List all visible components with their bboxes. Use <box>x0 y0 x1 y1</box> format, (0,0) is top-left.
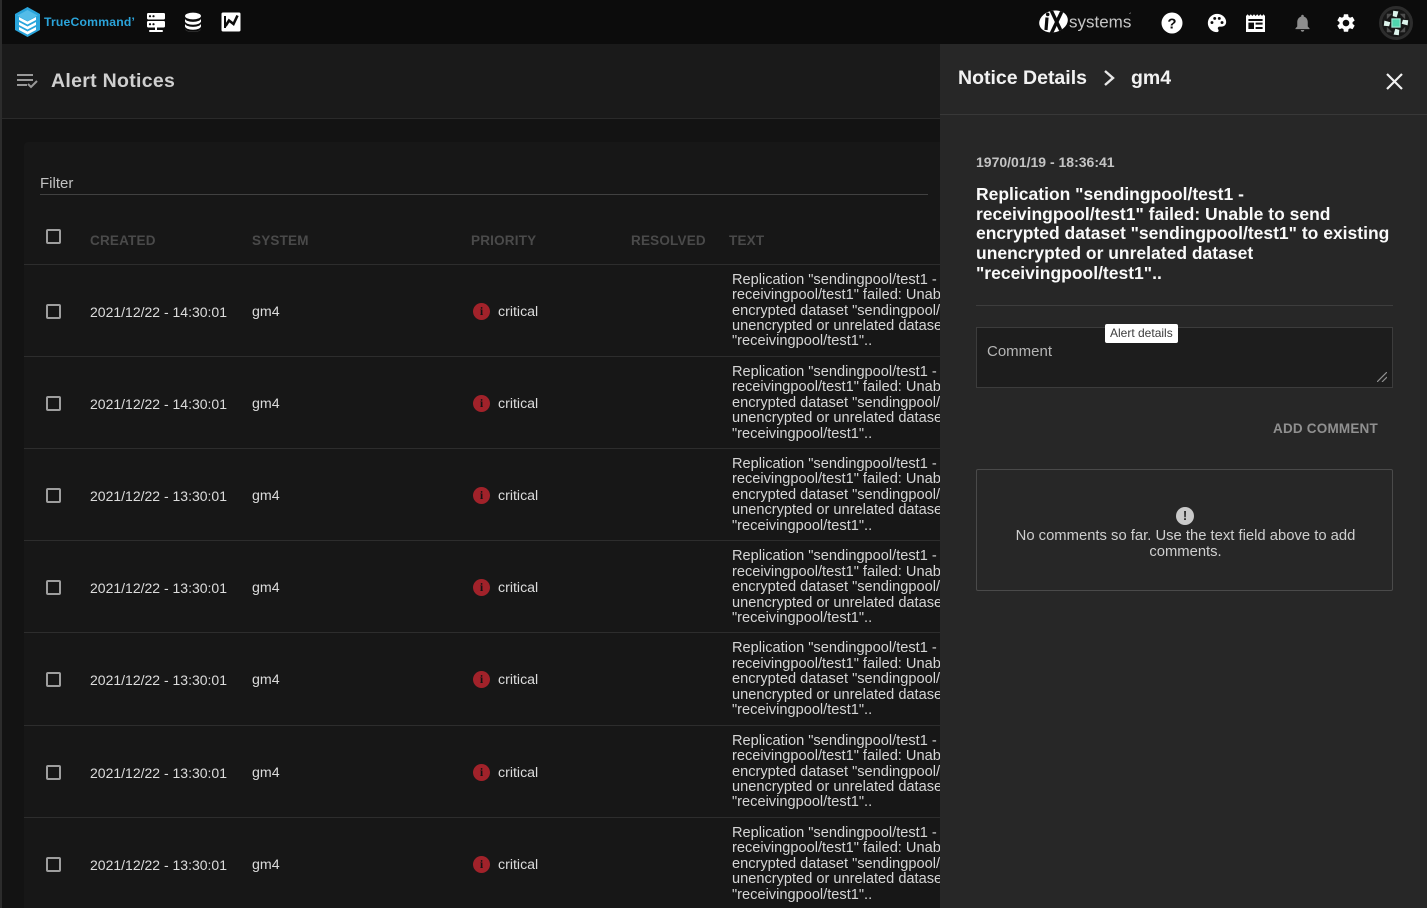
svg-text:?: ? <box>1167 16 1176 33</box>
svg-text:systems: systems <box>1069 13 1131 32</box>
svg-text:´: ´ <box>1129 12 1132 21</box>
